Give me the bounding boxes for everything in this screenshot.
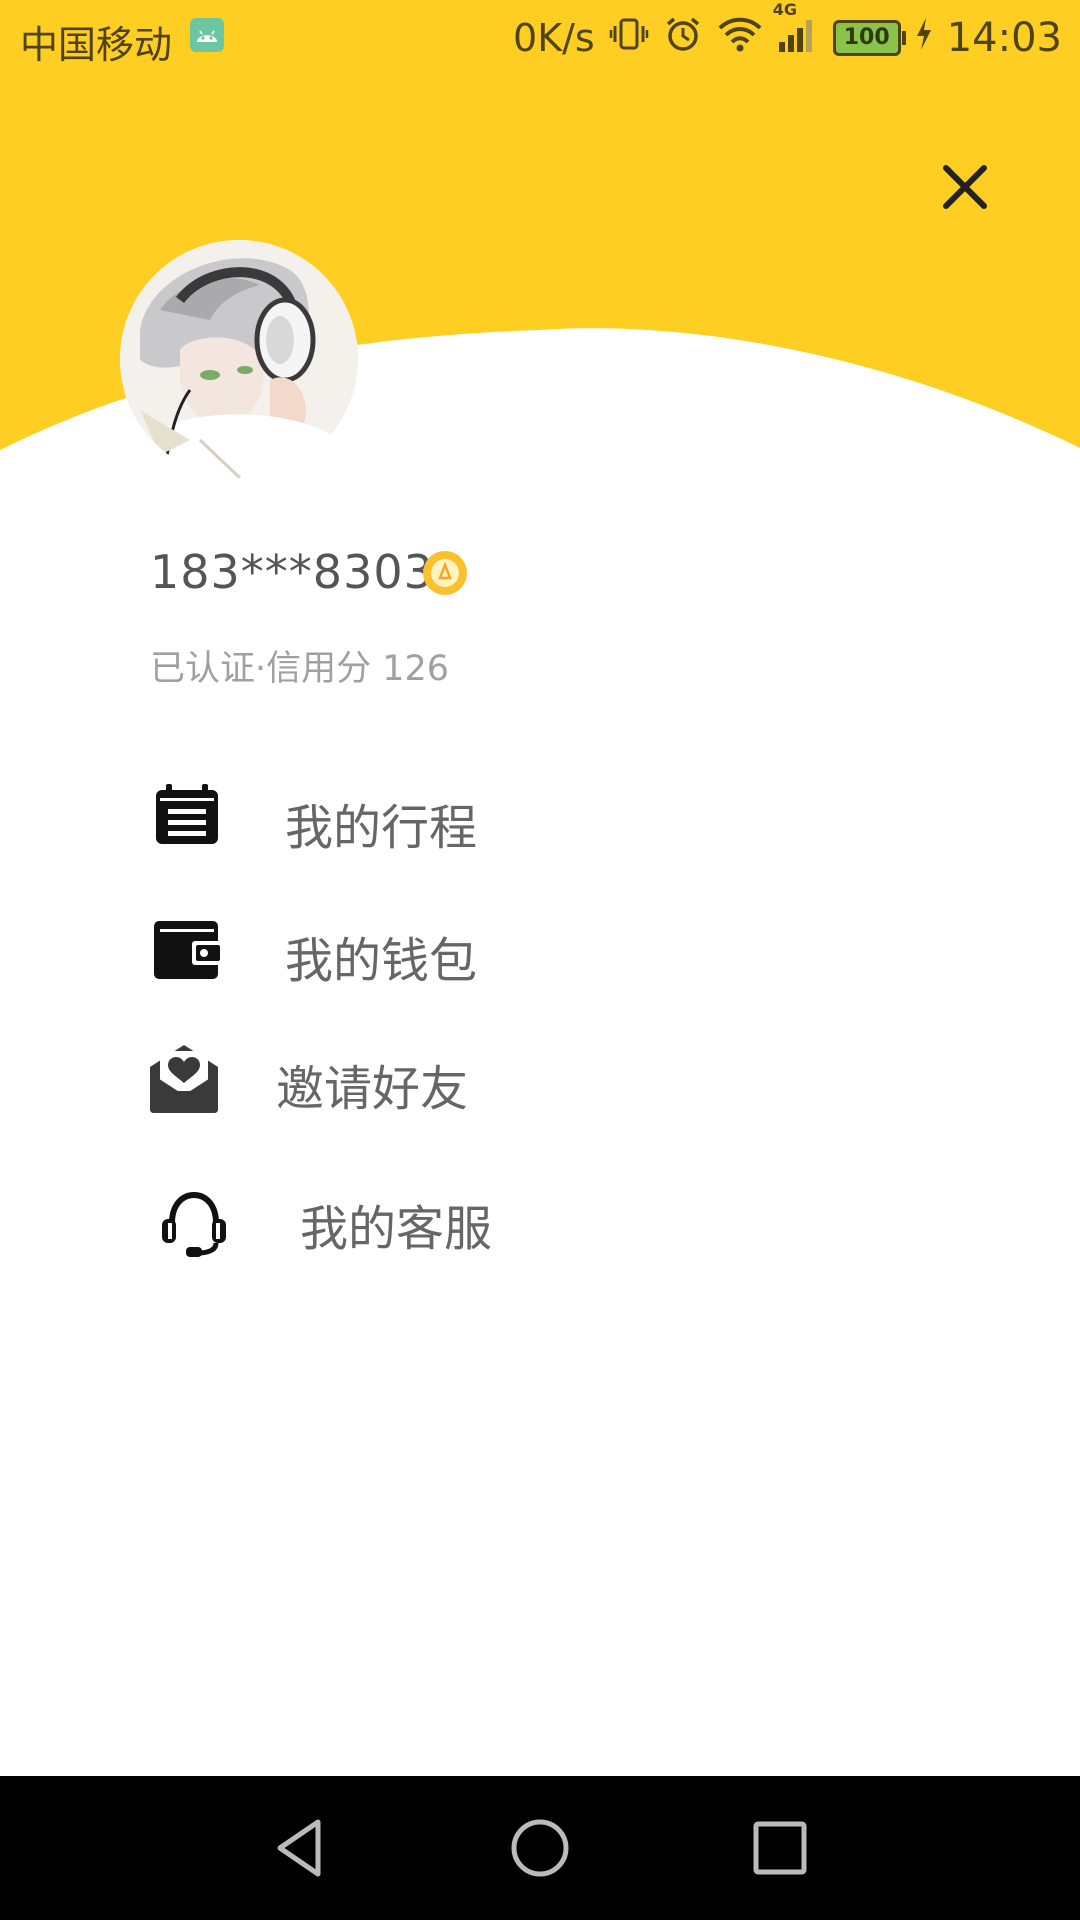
- menu-item-invite[interactable]: 邀请好友: [0, 1023, 1080, 1133]
- charging-icon: [915, 16, 933, 61]
- invite-mail-icon: [150, 1045, 218, 1113]
- wifi-icon: [717, 14, 763, 63]
- home-button[interactable]: [500, 1808, 580, 1888]
- status-indicators: 0K/s 4G 100 14:03: [513, 0, 1062, 64]
- navigation-bar: [0, 1776, 1080, 1920]
- recents-icon: [753, 1821, 807, 1875]
- vibrate-icon: [609, 14, 649, 63]
- close-button[interactable]: [940, 162, 990, 212]
- network-type-label: 4G: [772, 0, 797, 19]
- status-bar: 中国移动 0K/s 4G 100 14:03: [0, 0, 1080, 76]
- menu-label-customer-service: 我的客服: [300, 1201, 493, 1257]
- avatar[interactable]: [120, 240, 358, 478]
- recents-button[interactable]: [740, 1808, 820, 1888]
- wallet-icon: [154, 921, 222, 979]
- menu-label-invite: 邀请好友: [276, 1061, 469, 1117]
- close-icon: [943, 165, 987, 209]
- menu-label-wallet: 我的钱包: [285, 933, 478, 989]
- network-speed: 0K/s: [513, 16, 595, 60]
- menu-item-wallet[interactable]: 我的钱包: [0, 895, 1080, 1005]
- calendar-icon: [156, 784, 218, 844]
- avatar-illustration: [120, 240, 358, 478]
- user-phone: 183***8303: [150, 545, 434, 599]
- battery-indicator: 100: [832, 20, 906, 56]
- android-notification-icon: [190, 18, 224, 52]
- menu-item-customer-service[interactable]: 我的客服: [0, 1163, 1080, 1273]
- clock: 14:03: [946, 15, 1062, 61]
- menu-item-trips[interactable]: 我的行程: [0, 762, 1080, 872]
- back-icon: [277, 1819, 321, 1877]
- side-drawer: 中国移动 0K/s 4G 100 14:03 183***8303 已认证·信用…: [0, 0, 1080, 1920]
- certified-badge-icon: [422, 550, 468, 596]
- headset-icon: [162, 1191, 226, 1257]
- signal-icon: 4G: [773, 0, 819, 63]
- menu-label-trips: 我的行程: [285, 800, 478, 856]
- carrier-label: 中国移动: [20, 23, 173, 67]
- credit-score: 已认证·信用分 126: [150, 649, 450, 689]
- back-button[interactable]: [260, 1808, 340, 1888]
- home-icon: [511, 1819, 569, 1877]
- alarm-icon: [663, 14, 703, 63]
